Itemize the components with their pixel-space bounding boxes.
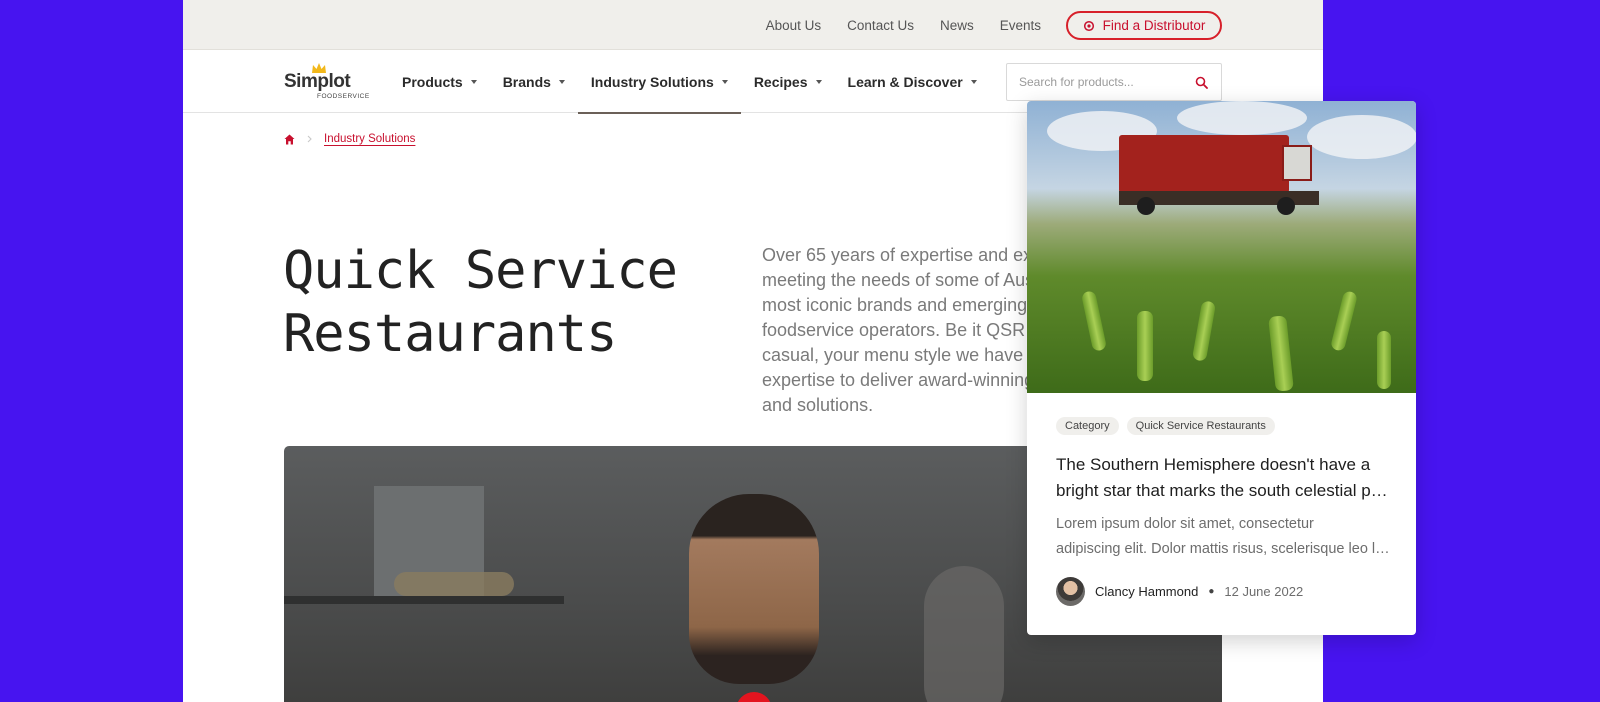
home-icon[interactable] xyxy=(284,134,295,145)
page-title-line1: Quick Service xyxy=(283,241,678,301)
nav-item-label: Learn & Discover xyxy=(847,73,963,90)
tag-quick-service-restaurants[interactable]: Quick Service Restaurants xyxy=(1126,417,1275,435)
nav-item-label: Industry Solutions xyxy=(590,73,714,90)
events-link[interactable]: Events xyxy=(1000,18,1041,33)
wheel xyxy=(1277,197,1295,215)
caret-down-icon xyxy=(970,79,977,84)
utility-links: About Us Contact Us News Events xyxy=(766,0,1041,50)
nav-item-label: Products xyxy=(402,73,463,90)
contact-us-link[interactable]: Contact Us xyxy=(847,18,914,33)
caret-down-icon xyxy=(815,79,822,84)
simplot-logo[interactable]: Simplot FOODSERVICE xyxy=(284,62,372,102)
pea-pod xyxy=(1377,331,1391,389)
caret-down-icon xyxy=(721,79,728,84)
card-excerpt-line2: adipiscing elit. Dolor mattis risus, sce… xyxy=(1056,541,1391,557)
chevron-right-icon xyxy=(307,135,312,143)
page-title: Quick Service Restaurants xyxy=(283,240,703,366)
pea-pod xyxy=(1191,300,1217,362)
about-us-link[interactable]: About Us xyxy=(766,18,822,33)
nav-item-label: Recipes xyxy=(753,73,808,90)
nav-item-recipes[interactable]: Recipes xyxy=(741,50,835,113)
pea-pod xyxy=(1137,311,1153,381)
find-distributor-label: Find a Distributor xyxy=(1102,18,1206,33)
wheel xyxy=(1137,197,1155,215)
breadcrumb: Industry Solutions xyxy=(284,133,415,145)
kitchen-food xyxy=(394,572,514,596)
nav-item-brands[interactable]: Brands xyxy=(490,50,578,113)
pea-pod xyxy=(1080,290,1108,352)
primary-nav: Products Brands Industry Solutions Recip… xyxy=(389,50,990,114)
chef-portrait xyxy=(689,494,819,684)
card-excerpt-line1: Lorem ipsum dolor sit amet, consectetur xyxy=(1056,516,1314,532)
find-distributor-button[interactable]: Find a Distributor xyxy=(1066,11,1222,40)
cloud xyxy=(1307,115,1416,159)
news-link[interactable]: News xyxy=(940,18,974,33)
logo-subtitle: FOODSERVICE xyxy=(317,93,370,100)
tag-category[interactable]: Category xyxy=(1056,417,1119,435)
separator-dot: ● xyxy=(1208,586,1215,597)
caret-down-icon xyxy=(470,79,477,84)
article-card[interactable]: Category Quick Service Restaurants The S… xyxy=(1027,101,1416,635)
breadcrumb-industry-solutions[interactable]: Industry Solutions xyxy=(324,133,415,145)
play-icon[interactable] xyxy=(736,692,772,702)
pea-pod xyxy=(1268,315,1294,392)
nav-item-industry-solutions[interactable]: Industry Solutions xyxy=(577,50,741,114)
caret-down-icon xyxy=(558,79,565,84)
avatar xyxy=(1056,577,1085,606)
card-author: Clancy Hammond ● 12 June 2022 xyxy=(1056,577,1391,606)
nav-item-products[interactable]: Products xyxy=(389,50,490,113)
pea-pod xyxy=(1329,290,1359,352)
harvester-cab xyxy=(1282,145,1312,181)
page-title-line2: Restaurants xyxy=(283,304,617,364)
card-body: Category Quick Service Restaurants The S… xyxy=(1056,417,1391,606)
search-icon[interactable] xyxy=(1195,76,1208,89)
location-target-icon xyxy=(1083,20,1094,31)
background-chef xyxy=(924,566,1004,702)
publish-date: 12 June 2022 xyxy=(1224,584,1304,599)
harvester xyxy=(1119,135,1289,193)
card-title-line1[interactable]: The Southern Hemisphere doesn't have a xyxy=(1056,452,1391,478)
cloud xyxy=(1177,101,1307,135)
logo-word: Simplot xyxy=(284,71,351,92)
card-title-line2[interactable]: bright star that marks the south celesti… xyxy=(1056,478,1391,504)
nav-item-learn-discover[interactable]: Learn & Discover xyxy=(835,50,990,113)
author-name: Clancy Hammond xyxy=(1095,584,1199,599)
nav-item-label: Brands xyxy=(502,73,551,90)
utility-bar: About Us Contact Us News Events Find a D… xyxy=(183,0,1323,50)
search-input[interactable] xyxy=(1019,64,1189,100)
search-box xyxy=(1006,63,1222,101)
card-image xyxy=(1027,101,1416,393)
kitchen-shelf xyxy=(284,596,564,604)
card-tags: Category Quick Service Restaurants xyxy=(1056,417,1391,435)
